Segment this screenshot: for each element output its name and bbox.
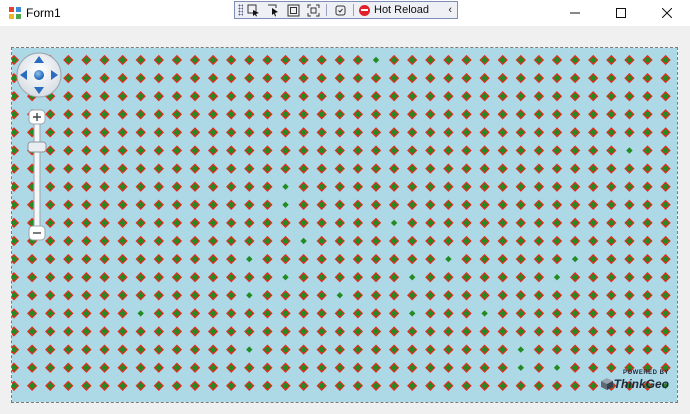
form-icon <box>9 7 21 19</box>
map-canvas[interactable] <box>12 48 678 403</box>
binding-failures-icon[interactable] <box>330 2 350 18</box>
close-button[interactable] <box>644 0 690 26</box>
logo-powered-by: POWERED BY <box>622 370 669 376</box>
toolbar-separator <box>326 4 327 16</box>
minimize-icon <box>570 12 580 14</box>
title-bar: Form1 Hot Reload ‹ <box>0 0 690 26</box>
maximize-icon <box>616 8 626 18</box>
toolbar-separator <box>353 4 354 16</box>
zoom-in-icon[interactable] <box>28 109 46 125</box>
thinkgeo-logo: POWERED BY ThinkGeo <box>601 370 669 394</box>
select-element-icon[interactable] <box>243 2 263 18</box>
hot-reload-label: Hot Reload <box>374 4 430 16</box>
hot-reload-button[interactable]: Hot Reload <box>359 4 429 16</box>
logo-name: ThinkGeo <box>613 377 669 391</box>
debug-toolbar: Hot Reload ‹ <box>234 1 458 19</box>
zoom-out-icon[interactable] <box>28 225 46 241</box>
maximize-button[interactable] <box>598 0 644 26</box>
zoom-slider[interactable] <box>27 108 47 248</box>
stop-icon <box>359 4 370 16</box>
chevron-left-icon[interactable]: ‹ <box>448 4 452 16</box>
close-icon <box>662 8 672 18</box>
cube-icon <box>601 378 613 390</box>
live-visual-tree-icon[interactable] <box>263 2 283 18</box>
window-title: Form1 <box>26 6 61 20</box>
display-layout-icon[interactable] <box>283 2 303 18</box>
zoom-thumb[interactable] <box>27 141 47 153</box>
map-view[interactable]: POWERED BY ThinkGeo <box>11 47 678 403</box>
track-focus-icon[interactable] <box>303 2 323 18</box>
pan-control-icon[interactable] <box>16 52 62 98</box>
minimize-button[interactable] <box>552 0 598 26</box>
